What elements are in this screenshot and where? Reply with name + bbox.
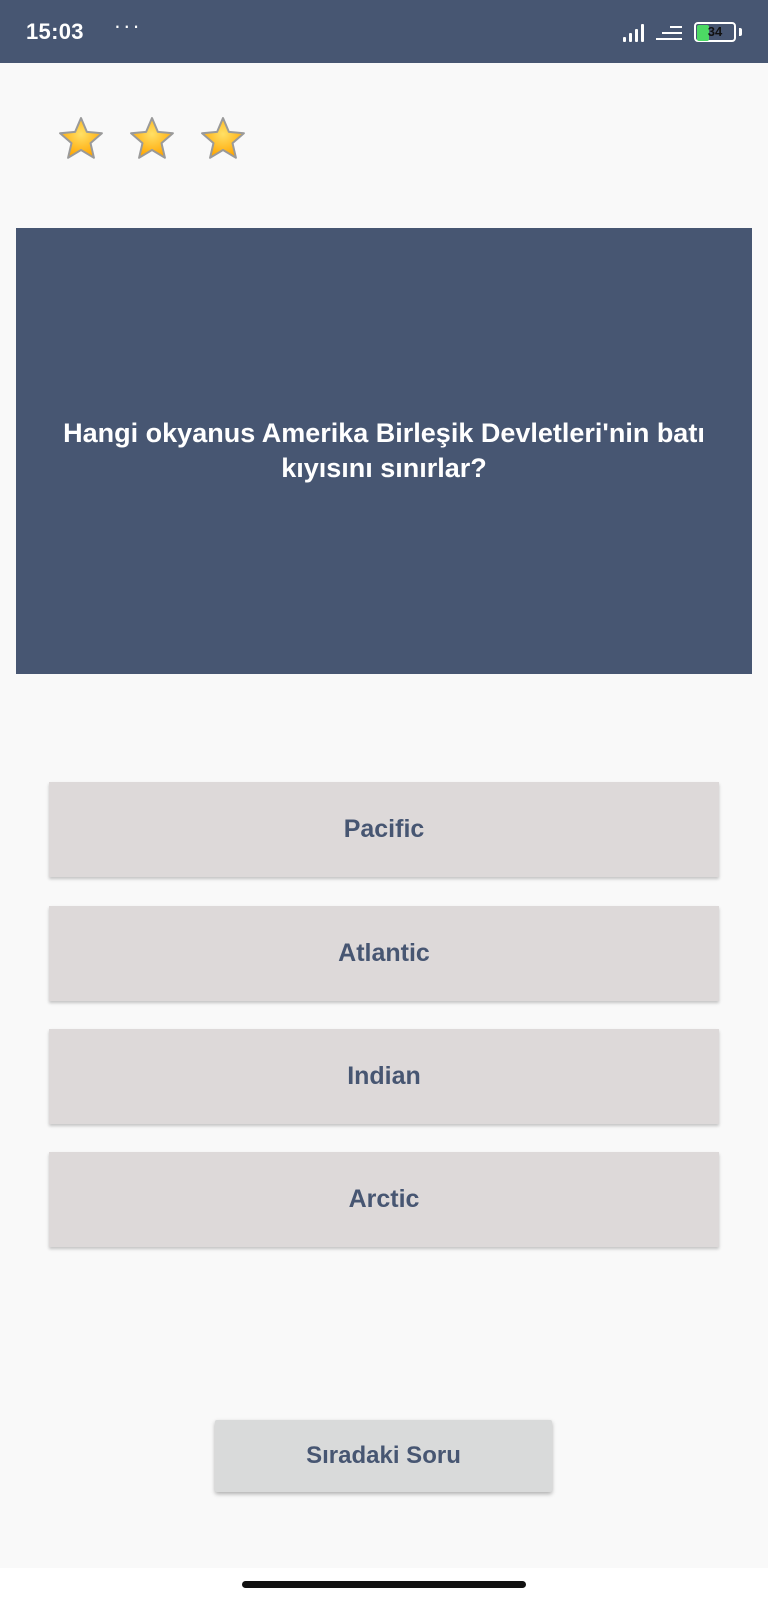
- question-panel: Hangi okyanus Amerika Birleşik Devletler…: [16, 228, 752, 674]
- battery-percentage: 34: [707, 24, 723, 39]
- question-text: Hangi okyanus Amerika Birleşik Devletler…: [63, 418, 705, 483]
- battery-tip: [739, 27, 742, 36]
- signal-bars-icon: [623, 22, 644, 42]
- status-icons: 34: [623, 21, 742, 42]
- star-rating: [56, 113, 248, 163]
- next-question-button[interactable]: Sıradaki Soru: [215, 1420, 552, 1492]
- answer-button-2[interactable]: Atlantic: [49, 906, 719, 1001]
- status-bar: 15:03 ··· 34: [0, 0, 768, 63]
- status-time: 15:03: [26, 18, 84, 44]
- star-icon: [59, 117, 103, 159]
- battery-icon: 34: [694, 21, 736, 42]
- wifi-icon: [656, 22, 682, 42]
- answer-button-3[interactable]: Indian: [49, 1029, 719, 1124]
- answer-button-4[interactable]: Arctic: [49, 1152, 719, 1247]
- star-icon: [130, 117, 174, 159]
- home-indicator[interactable]: [242, 1581, 526, 1588]
- star-icon: [201, 117, 245, 159]
- answer-button-1[interactable]: Pacific: [49, 782, 719, 877]
- more-notifications-icon: ···: [113, 12, 142, 38]
